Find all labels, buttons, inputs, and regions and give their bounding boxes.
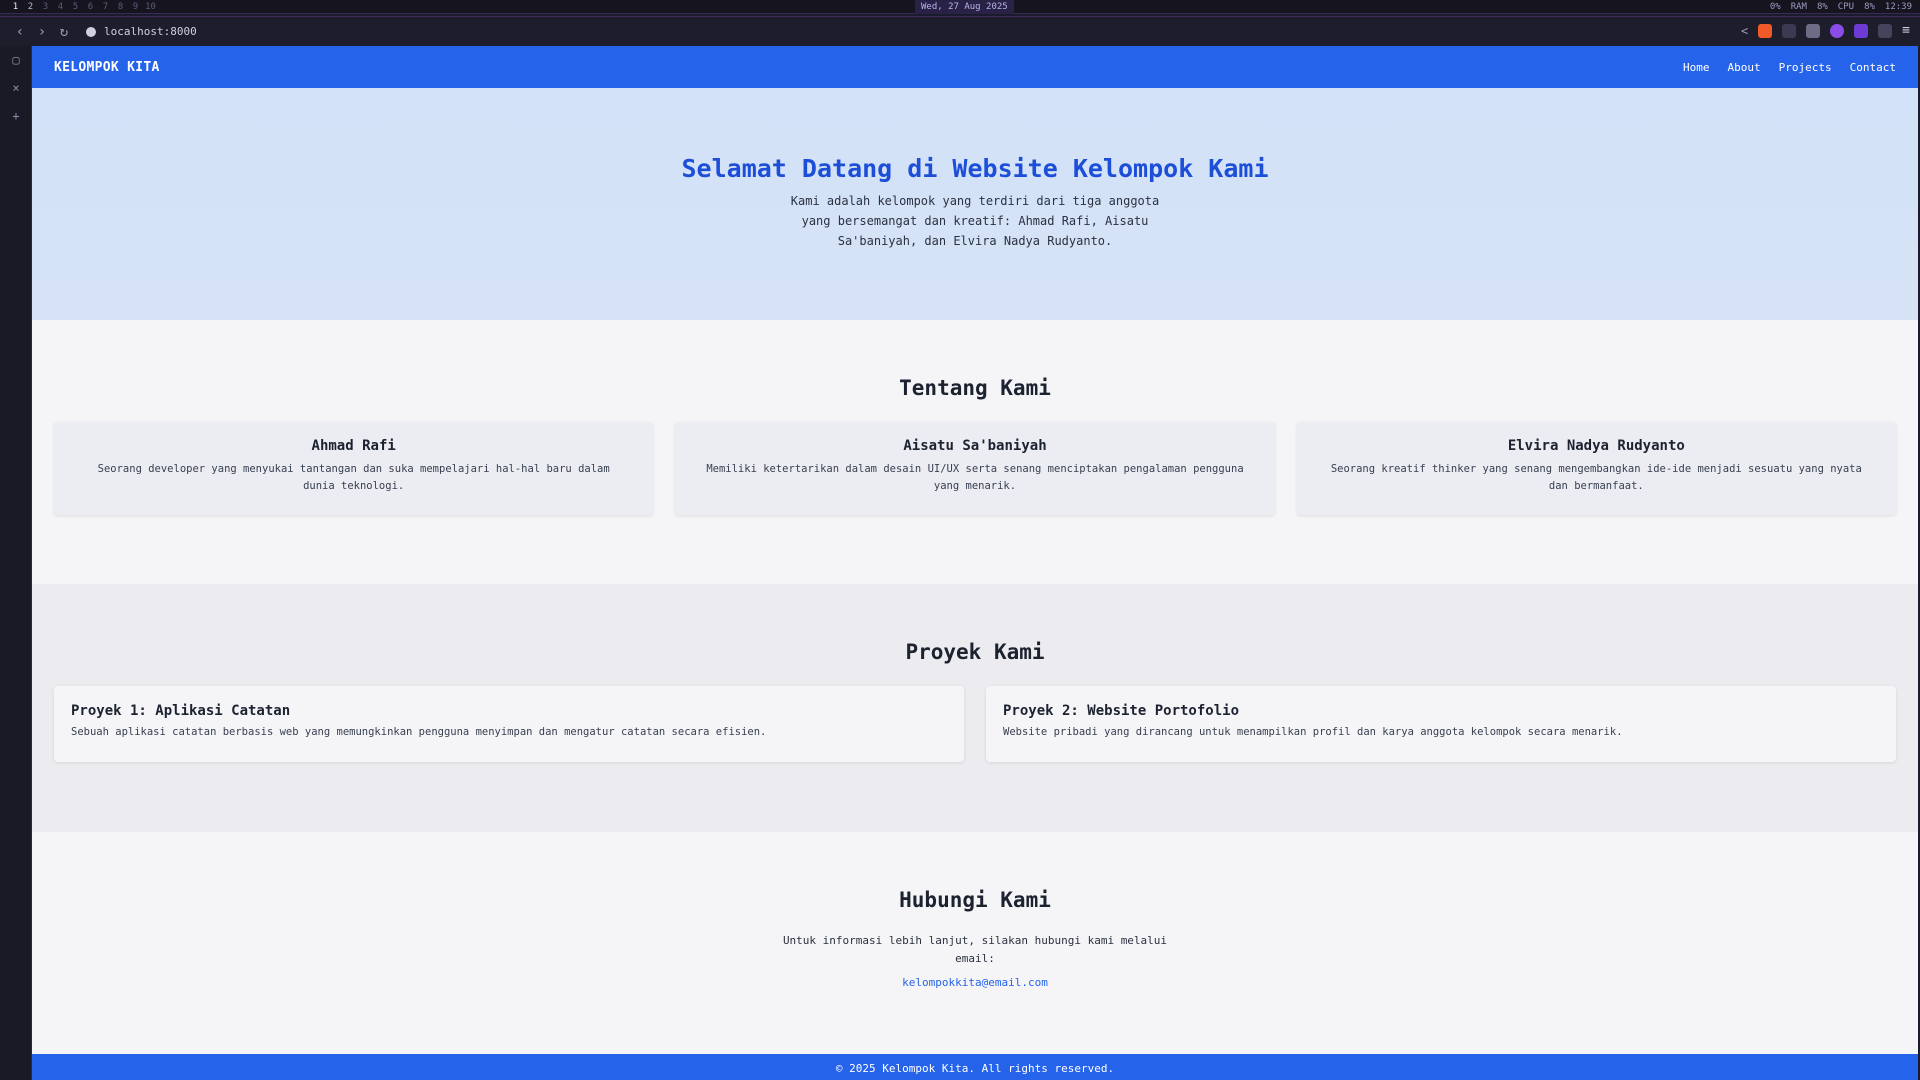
url-text[interactable]: localhost:8000 [104, 25, 197, 38]
contact-section: Hubungi Kami Untuk informasi lebih lanju… [32, 832, 1918, 1054]
forward-icon[interactable]: › [34, 24, 50, 40]
nav-link-home[interactable]: Home [1683, 61, 1710, 74]
status-item: CPU [1837, 2, 1855, 12]
hero-section: Selamat Datang di Website Kelompok Kami … [32, 88, 1918, 320]
project-card: Proyek 1: Aplikasi Catatan Sebuah aplika… [54, 686, 964, 762]
site-nav: Home About Projects Contact [1683, 61, 1896, 74]
project-title: Proyek 1: Aplikasi Catatan [71, 703, 291, 719]
member-name: Elvira Nadya Rudyanto [1507, 438, 1685, 454]
workspace-7[interactable]: 7 [98, 2, 113, 12]
member-desc: Seorang developer yang menyukai tantanga… [97, 463, 610, 492]
puzzle-icon[interactable] [1878, 23, 1893, 38]
close-tab-icon[interactable]: × [0, 74, 32, 102]
contact-text: Untuk informasi lebih lanjut, silakan hu… [782, 934, 1168, 965]
nav-link-contact[interactable]: Contact [1850, 61, 1896, 74]
system-bar: 1 2 3 4 5 6 7 8 9 10 Wed, 27 Aug 2025 0%… [0, 0, 1920, 14]
status-item: RAM [1790, 2, 1807, 12]
new-tab-icon[interactable]: + [0, 102, 32, 130]
contact-title: Hubungi Kami [899, 888, 1051, 912]
browser-toolbar: ‹ › ↻ localhost:8000 < ≡ [0, 16, 1920, 46]
about-title: Tentang Kami [899, 376, 1051, 400]
profile-icon[interactable] [1854, 23, 1869, 38]
hero-text: Kami adalah kelompok yang terdiri dari t… [790, 194, 1160, 248]
nav-link-about[interactable]: About [1728, 61, 1761, 74]
member-name: Aisatu Sa'baniyah [903, 438, 1047, 454]
status-item: 8% [1864, 2, 1875, 12]
site-footer: © 2025 Kelompok Kita. All rights reserve… [32, 1054, 1918, 1080]
site-navbar: KELOMPOK KITA Home About Projects Contac… [32, 46, 1918, 88]
sidebar-toggle-icon[interactable]: ▢ [0, 46, 32, 74]
address-bar[interactable]: localhost:8000 [86, 25, 197, 38]
footer-text: © 2025 Kelompok Kita. All rights reserve… [835, 1061, 1115, 1075]
workspace-2[interactable]: 2 [23, 2, 38, 12]
workspace-8[interactable]: 8 [113, 2, 128, 12]
site-info-icon[interactable] [86, 26, 96, 37]
system-status: 0% RAM 8% CPU 8% 12:39 [1770, 0, 1912, 14]
status-item: 8% [1816, 2, 1828, 12]
workspace-3[interactable]: 3 [38, 2, 53, 12]
projects-title: Proyek Kami [905, 640, 1045, 664]
status-item: 0% [1769, 2, 1781, 12]
workspace-9[interactable]: 9 [128, 2, 143, 12]
workspace-10[interactable]: 10 [143, 2, 158, 12]
browser-sidebar: ▢ × + [0, 46, 32, 1080]
member-card: Aisatu Sa'baniyah Memiliki ketertarikan … [675, 422, 1275, 515]
site-brand[interactable]: KELOMPOK KITA [54, 60, 160, 75]
about-section: Tentang Kami Ahmad Rafi Seorang develope… [32, 320, 1918, 584]
project-title: Proyek 2: Website Portofolio [1003, 703, 1240, 719]
brave-shield-icon[interactable] [1758, 23, 1773, 38]
workspace-list: 1 2 3 4 5 6 7 8 9 10 [0, 2, 158, 12]
reload-icon[interactable]: ↻ [56, 24, 72, 40]
project-desc: Website pribadi yang dirancang untuk men… [1003, 726, 1623, 738]
workspace-1[interactable]: 1 [8, 2, 23, 12]
purple-extension-icon[interactable] [1830, 23, 1845, 38]
workspace-4[interactable]: 4 [53, 2, 68, 12]
project-cards: Proyek 1: Aplikasi Catatan Sebuah aplika… [32, 686, 1918, 762]
camera-icon[interactable] [1806, 23, 1821, 38]
member-card: Elvira Nadya Rudyanto Seorang kreatif th… [1296, 422, 1896, 515]
nav-link-projects[interactable]: Projects [1779, 61, 1832, 74]
clock: 12:39 [1884, 2, 1912, 12]
member-cards: Ahmad Rafi Seorang developer yang menyuk… [32, 422, 1918, 515]
workspace-6[interactable]: 6 [83, 2, 98, 12]
member-card: Ahmad Rafi Seorang developer yang menyuk… [54, 422, 654, 515]
project-card: Proyek 2: Website Portofolio Website pri… [986, 686, 1896, 762]
page-viewport: KELOMPOK KITA Home About Projects Contac… [32, 46, 1918, 1080]
menu-icon[interactable]: ≡ [1902, 23, 1910, 38]
member-desc: Seorang kreatif thinker yang senang meng… [1330, 463, 1862, 492]
share-icon[interactable]: < [1741, 24, 1748, 38]
extension-icon[interactable] [1782, 23, 1797, 38]
contact-email-link[interactable]: kelompokkita@email.com [902, 976, 1048, 989]
member-desc: Memiliki ketertarikan dalam desain UI/UX… [706, 463, 1244, 492]
project-desc: Sebuah aplikasi catatan berbasis web yan… [71, 726, 767, 738]
back-icon[interactable]: ‹ [12, 24, 28, 40]
hero-title: Selamat Datang di Website Kelompok Kami [681, 154, 1269, 183]
member-name: Ahmad Rafi [311, 438, 396, 454]
system-date: Wed, 27 Aug 2025 [915, 0, 1014, 14]
workspace-5[interactable]: 5 [68, 2, 83, 12]
projects-section: Proyek Kami Proyek 1: Aplikasi Catatan S… [32, 584, 1918, 832]
